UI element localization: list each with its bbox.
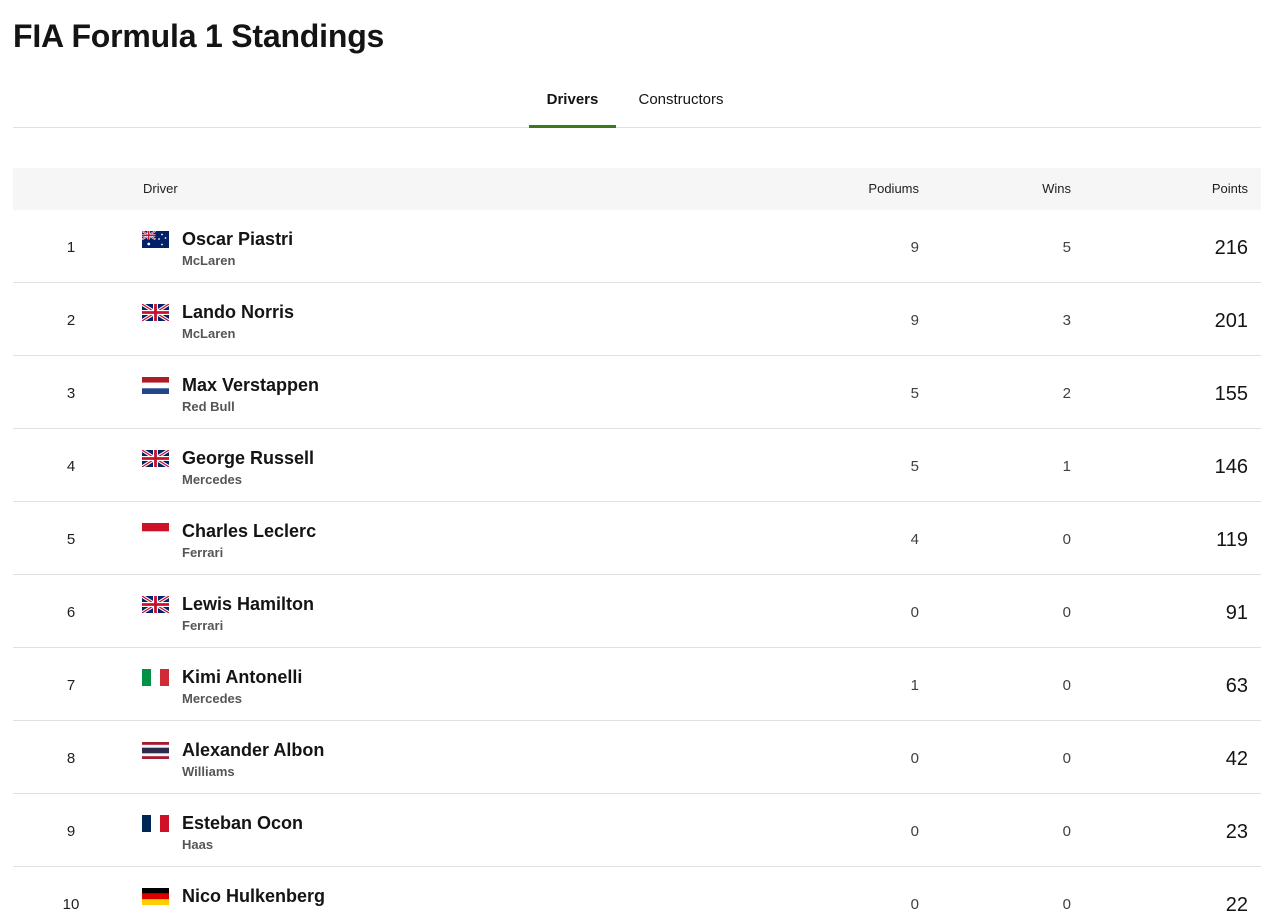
podiums-value: 9 — [910, 312, 919, 329]
united-kingdom-flag-icon — [142, 596, 169, 613]
podiums-value: 5 — [910, 385, 919, 402]
driver-name[interactable]: Alexander Albon — [182, 740, 324, 761]
driver-name[interactable]: Lewis Hamilton — [182, 594, 314, 615]
team-name: McLaren — [182, 253, 236, 268]
podiums-value: 9 — [910, 239, 919, 256]
podiums-value: 0 — [910, 823, 919, 840]
monaco-flag-icon — [142, 523, 169, 540]
wins-value: 0 — [1062, 604, 1071, 621]
podiums-value: 0 — [910, 750, 919, 767]
table-row[interactable]: 9 Esteban Ocon Haas 0 0 23 — [13, 794, 1261, 867]
header-driver: Driver — [143, 181, 178, 196]
wins-value: 1 — [1062, 458, 1071, 475]
podiums-value: 4 — [910, 531, 919, 548]
united-kingdom-flag-icon — [142, 450, 169, 467]
podiums-value: 5 — [910, 458, 919, 475]
table-header: Driver Podiums Wins Points — [13, 168, 1261, 210]
position: 9 — [66, 823, 76, 840]
table-row[interactable]: 8 Alexander Albon Williams 0 0 42 — [13, 721, 1261, 794]
table-row[interactable]: 4 George Russell Mercedes 5 1 146 — [13, 429, 1261, 502]
thailand-flag-icon — [142, 742, 169, 759]
netherlands-flag-icon — [142, 377, 169, 394]
page-title: FIA Formula 1 Standings — [13, 18, 385, 54]
wins-value: 0 — [1062, 677, 1071, 694]
tab-drivers[interactable]: Drivers — [529, 72, 616, 128]
points-value: 22 — [1225, 894, 1248, 912]
wins-value: 0 — [1062, 750, 1071, 767]
podiums-value: 1 — [910, 677, 919, 694]
table-row[interactable]: 2 Lando Norris McLaren 9 3 201 — [13, 283, 1261, 356]
table-row[interactable]: 10Nico HulkenbergSauber0022 — [13, 867, 1261, 912]
france-flag-icon — [142, 815, 169, 832]
standings-tabs: Drivers Constructors — [13, 72, 1261, 128]
australia-flag-icon — [142, 231, 169, 248]
team-name: Ferrari — [182, 545, 224, 560]
wins-value: 5 — [1062, 239, 1071, 256]
standings-page: FIA Formula 1 Standings Drivers Construc… — [0, 0, 1277, 912]
points-value: 216 — [1214, 237, 1248, 259]
wins-value: 0 — [1062, 896, 1071, 912]
driver-name[interactable]: Charles Leclerc — [182, 521, 316, 542]
germany-flag-icon — [142, 888, 169, 905]
team-name: Mercedes — [182, 691, 242, 706]
header-wins: Wins — [1042, 181, 1071, 196]
points-value: 42 — [1225, 748, 1248, 770]
wins-value: 2 — [1062, 385, 1071, 402]
driver-name[interactable]: Max Verstappen — [182, 375, 319, 396]
driver-name[interactable]: Nico Hulkenberg — [182, 886, 325, 907]
position: 8 — [66, 750, 76, 767]
table-row[interactable]: 3 Max Verstappen Red Bull 5 2 155 — [13, 356, 1261, 429]
driver-name[interactable]: Lando Norris — [182, 302, 294, 323]
wins-value: 0 — [1062, 823, 1071, 840]
team-name: Haas — [182, 837, 214, 852]
team-name: Red Bull — [182, 399, 235, 414]
table-row[interactable]: 5 Charles Leclerc Ferrari 4 0 119 — [13, 502, 1261, 575]
points-value: 155 — [1214, 383, 1248, 405]
table-row[interactable]: 7 Kimi Antonelli Mercedes 1 0 63 — [13, 648, 1261, 721]
table-row[interactable]: 6 Lewis Hamilton Ferrari 0 0 91 — [13, 575, 1261, 648]
tab-constructors[interactable]: Constructors — [616, 72, 746, 127]
team-name: McLaren — [182, 326, 236, 341]
standings-table: Driver Podiums Wins Points 1 Oscar Piastr… — [13, 168, 1261, 912]
team-name: Mercedes — [182, 472, 242, 487]
points-value: 63 — [1225, 675, 1248, 697]
italy-flag-icon — [142, 669, 169, 686]
points-value: 201 — [1214, 310, 1248, 332]
united-kingdom-flag-icon — [142, 304, 169, 321]
points-value: 146 — [1214, 456, 1248, 478]
driver-name[interactable]: Esteban Ocon — [182, 813, 303, 834]
wins-value: 3 — [1062, 312, 1071, 329]
team-name: Ferrari — [182, 618, 224, 633]
driver-name[interactable]: Kimi Antonelli — [182, 667, 302, 688]
table-row[interactable]: 1 Oscar Piastri McLaren 9 5 216 — [13, 210, 1261, 283]
position: 6 — [66, 604, 76, 621]
podiums-value: 0 — [910, 604, 919, 621]
driver-name[interactable]: George Russell — [182, 448, 314, 469]
points-value: 119 — [1216, 529, 1248, 551]
position: 1 — [66, 239, 76, 256]
points-value: 23 — [1225, 821, 1248, 843]
team-name: Williams — [182, 764, 235, 779]
position: 3 — [66, 385, 76, 402]
table-body: 1 Oscar Piastri McLaren 9 5 216 2 Lando Norris M… — [13, 210, 1261, 912]
podiums-value: 0 — [910, 896, 919, 912]
position: 10 — [62, 896, 80, 912]
header-points: Points — [1211, 181, 1248, 196]
position: 2 — [66, 312, 76, 329]
position: 7 — [66, 677, 76, 694]
driver-name[interactable]: Oscar Piastri — [182, 229, 293, 250]
wins-value: 0 — [1062, 531, 1071, 548]
position: 5 — [66, 531, 76, 548]
points-value: 91 — [1225, 602, 1248, 624]
position: 4 — [66, 458, 76, 475]
header-podiums: Podiums — [868, 181, 919, 196]
